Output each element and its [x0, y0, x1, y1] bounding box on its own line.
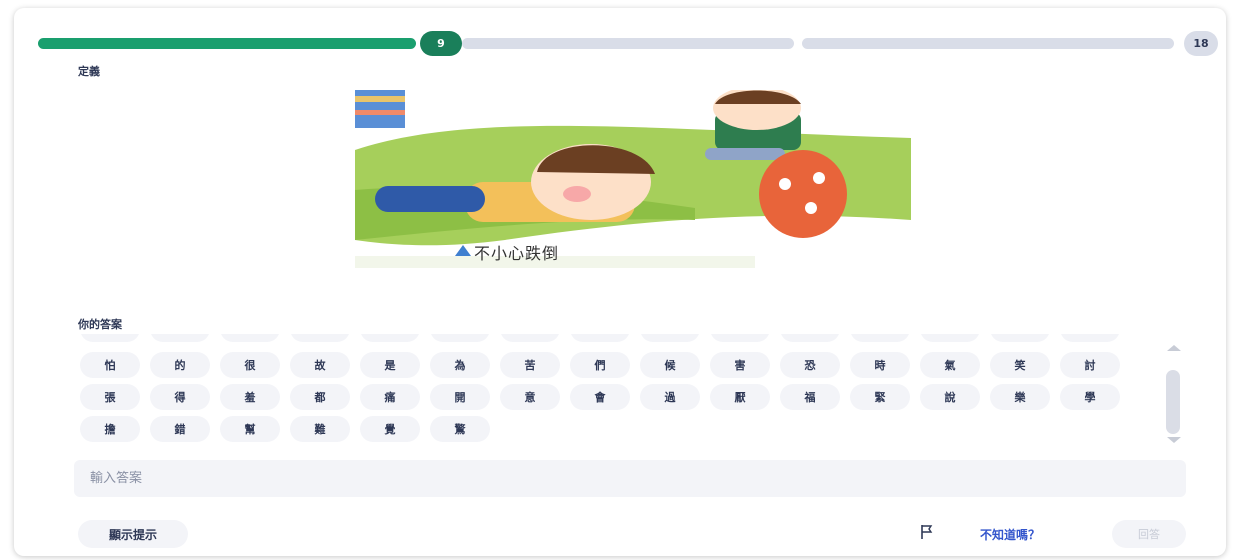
character-tile-hidden[interactable]	[850, 334, 910, 342]
progress-bar-completed	[38, 38, 416, 49]
character-tile-hidden[interactable]	[360, 334, 420, 342]
character-tile-hidden[interactable]	[990, 334, 1050, 342]
character-tile[interactable]: 錯	[150, 416, 210, 442]
character-tile[interactable]: 緊	[850, 384, 910, 410]
character-tile[interactable]: 張	[80, 384, 140, 410]
illustration-caption: 不小心跌倒	[474, 244, 560, 263]
study-card: 9 18 定義 不小心跌倒 你的答案 怕的很故是為苦們候害恐時氣笑討張得羞都痛開…	[14, 8, 1226, 556]
definition-illustration	[355, 90, 911, 268]
character-tile[interactable]: 樂	[990, 384, 1050, 410]
progress-bar-remaining-1	[462, 38, 794, 49]
character-tile[interactable]: 擔	[80, 416, 140, 442]
character-tile-hidden[interactable]	[1060, 334, 1120, 342]
dont-know-link[interactable]: 不知道嗎？	[980, 526, 1040, 543]
character-tile[interactable]: 難	[290, 416, 350, 442]
character-tile[interactable]: 是	[360, 352, 420, 378]
character-tile-hidden[interactable]	[920, 334, 980, 342]
character-tile[interactable]: 故	[290, 352, 350, 378]
character-tile[interactable]: 為	[430, 352, 490, 378]
chevron-down-icon[interactable]	[1167, 437, 1181, 443]
definition-label: 定義	[78, 65, 100, 78]
character-tile[interactable]: 幫	[220, 416, 280, 442]
character-tile[interactable]: 覺	[360, 416, 420, 442]
character-tile-hidden[interactable]	[640, 334, 700, 342]
character-tile[interactable]: 笑	[990, 352, 1050, 378]
character-tile[interactable]: 會	[570, 384, 630, 410]
character-tile[interactable]: 開	[430, 384, 490, 410]
character-tile-grid: 怕的很故是為苦們候害恐時氣笑討張得羞都痛開意會過厭福緊說樂學擔錯幫難覺驚	[80, 334, 1130, 452]
character-tile-hidden[interactable]	[430, 334, 490, 342]
character-tile[interactable]: 學	[1060, 384, 1120, 410]
character-tile[interactable]: 痛	[360, 384, 420, 410]
character-tile[interactable]: 說	[920, 384, 980, 410]
progress-bar-remaining-2	[802, 38, 1174, 49]
answer-label: 你的答案	[78, 318, 122, 331]
answer-input[interactable]	[74, 460, 1186, 497]
character-tile-hidden[interactable]	[220, 334, 280, 342]
character-tile[interactable]: 得	[150, 384, 210, 410]
progress-total-badge: 18	[1184, 31, 1218, 56]
character-tile[interactable]: 的	[150, 352, 210, 378]
character-tile[interactable]: 時	[850, 352, 910, 378]
character-tile[interactable]: 討	[1060, 352, 1120, 378]
character-tile[interactable]: 過	[640, 384, 700, 410]
character-tile-hidden[interactable]	[710, 334, 770, 342]
character-tile[interactable]: 恐	[780, 352, 840, 378]
tile-scrollbar-thumb[interactable]	[1166, 370, 1180, 434]
character-tile[interactable]: 害	[710, 352, 770, 378]
answer-button[interactable]: 回答	[1112, 520, 1186, 548]
character-tile[interactable]: 意	[500, 384, 560, 410]
character-tile[interactable]: 怕	[80, 352, 140, 378]
character-tile[interactable]: 福	[780, 384, 840, 410]
caption-triangle-icon	[455, 245, 471, 256]
character-tile[interactable]: 驚	[430, 416, 490, 442]
character-tile-hidden[interactable]	[500, 334, 560, 342]
character-tile-hidden[interactable]	[80, 334, 140, 342]
show-hint-button[interactable]: 顯示提示	[78, 520, 188, 548]
character-tile-hidden[interactable]	[150, 334, 210, 342]
character-tile[interactable]: 很	[220, 352, 280, 378]
character-tile-hidden[interactable]	[290, 334, 350, 342]
character-tile[interactable]: 都	[290, 384, 350, 410]
character-tile-hidden[interactable]	[780, 334, 840, 342]
character-tile[interactable]: 候	[640, 352, 700, 378]
character-tile[interactable]: 苦	[500, 352, 560, 378]
chevron-up-icon[interactable]	[1167, 345, 1181, 351]
flag-icon[interactable]	[920, 524, 934, 540]
character-tile-hidden[interactable]	[570, 334, 630, 342]
character-tile[interactable]: 氣	[920, 352, 980, 378]
progress-current-badge: 9	[420, 31, 462, 56]
character-tile[interactable]: 們	[570, 352, 630, 378]
character-tile[interactable]: 羞	[220, 384, 280, 410]
character-tile[interactable]: 厭	[710, 384, 770, 410]
